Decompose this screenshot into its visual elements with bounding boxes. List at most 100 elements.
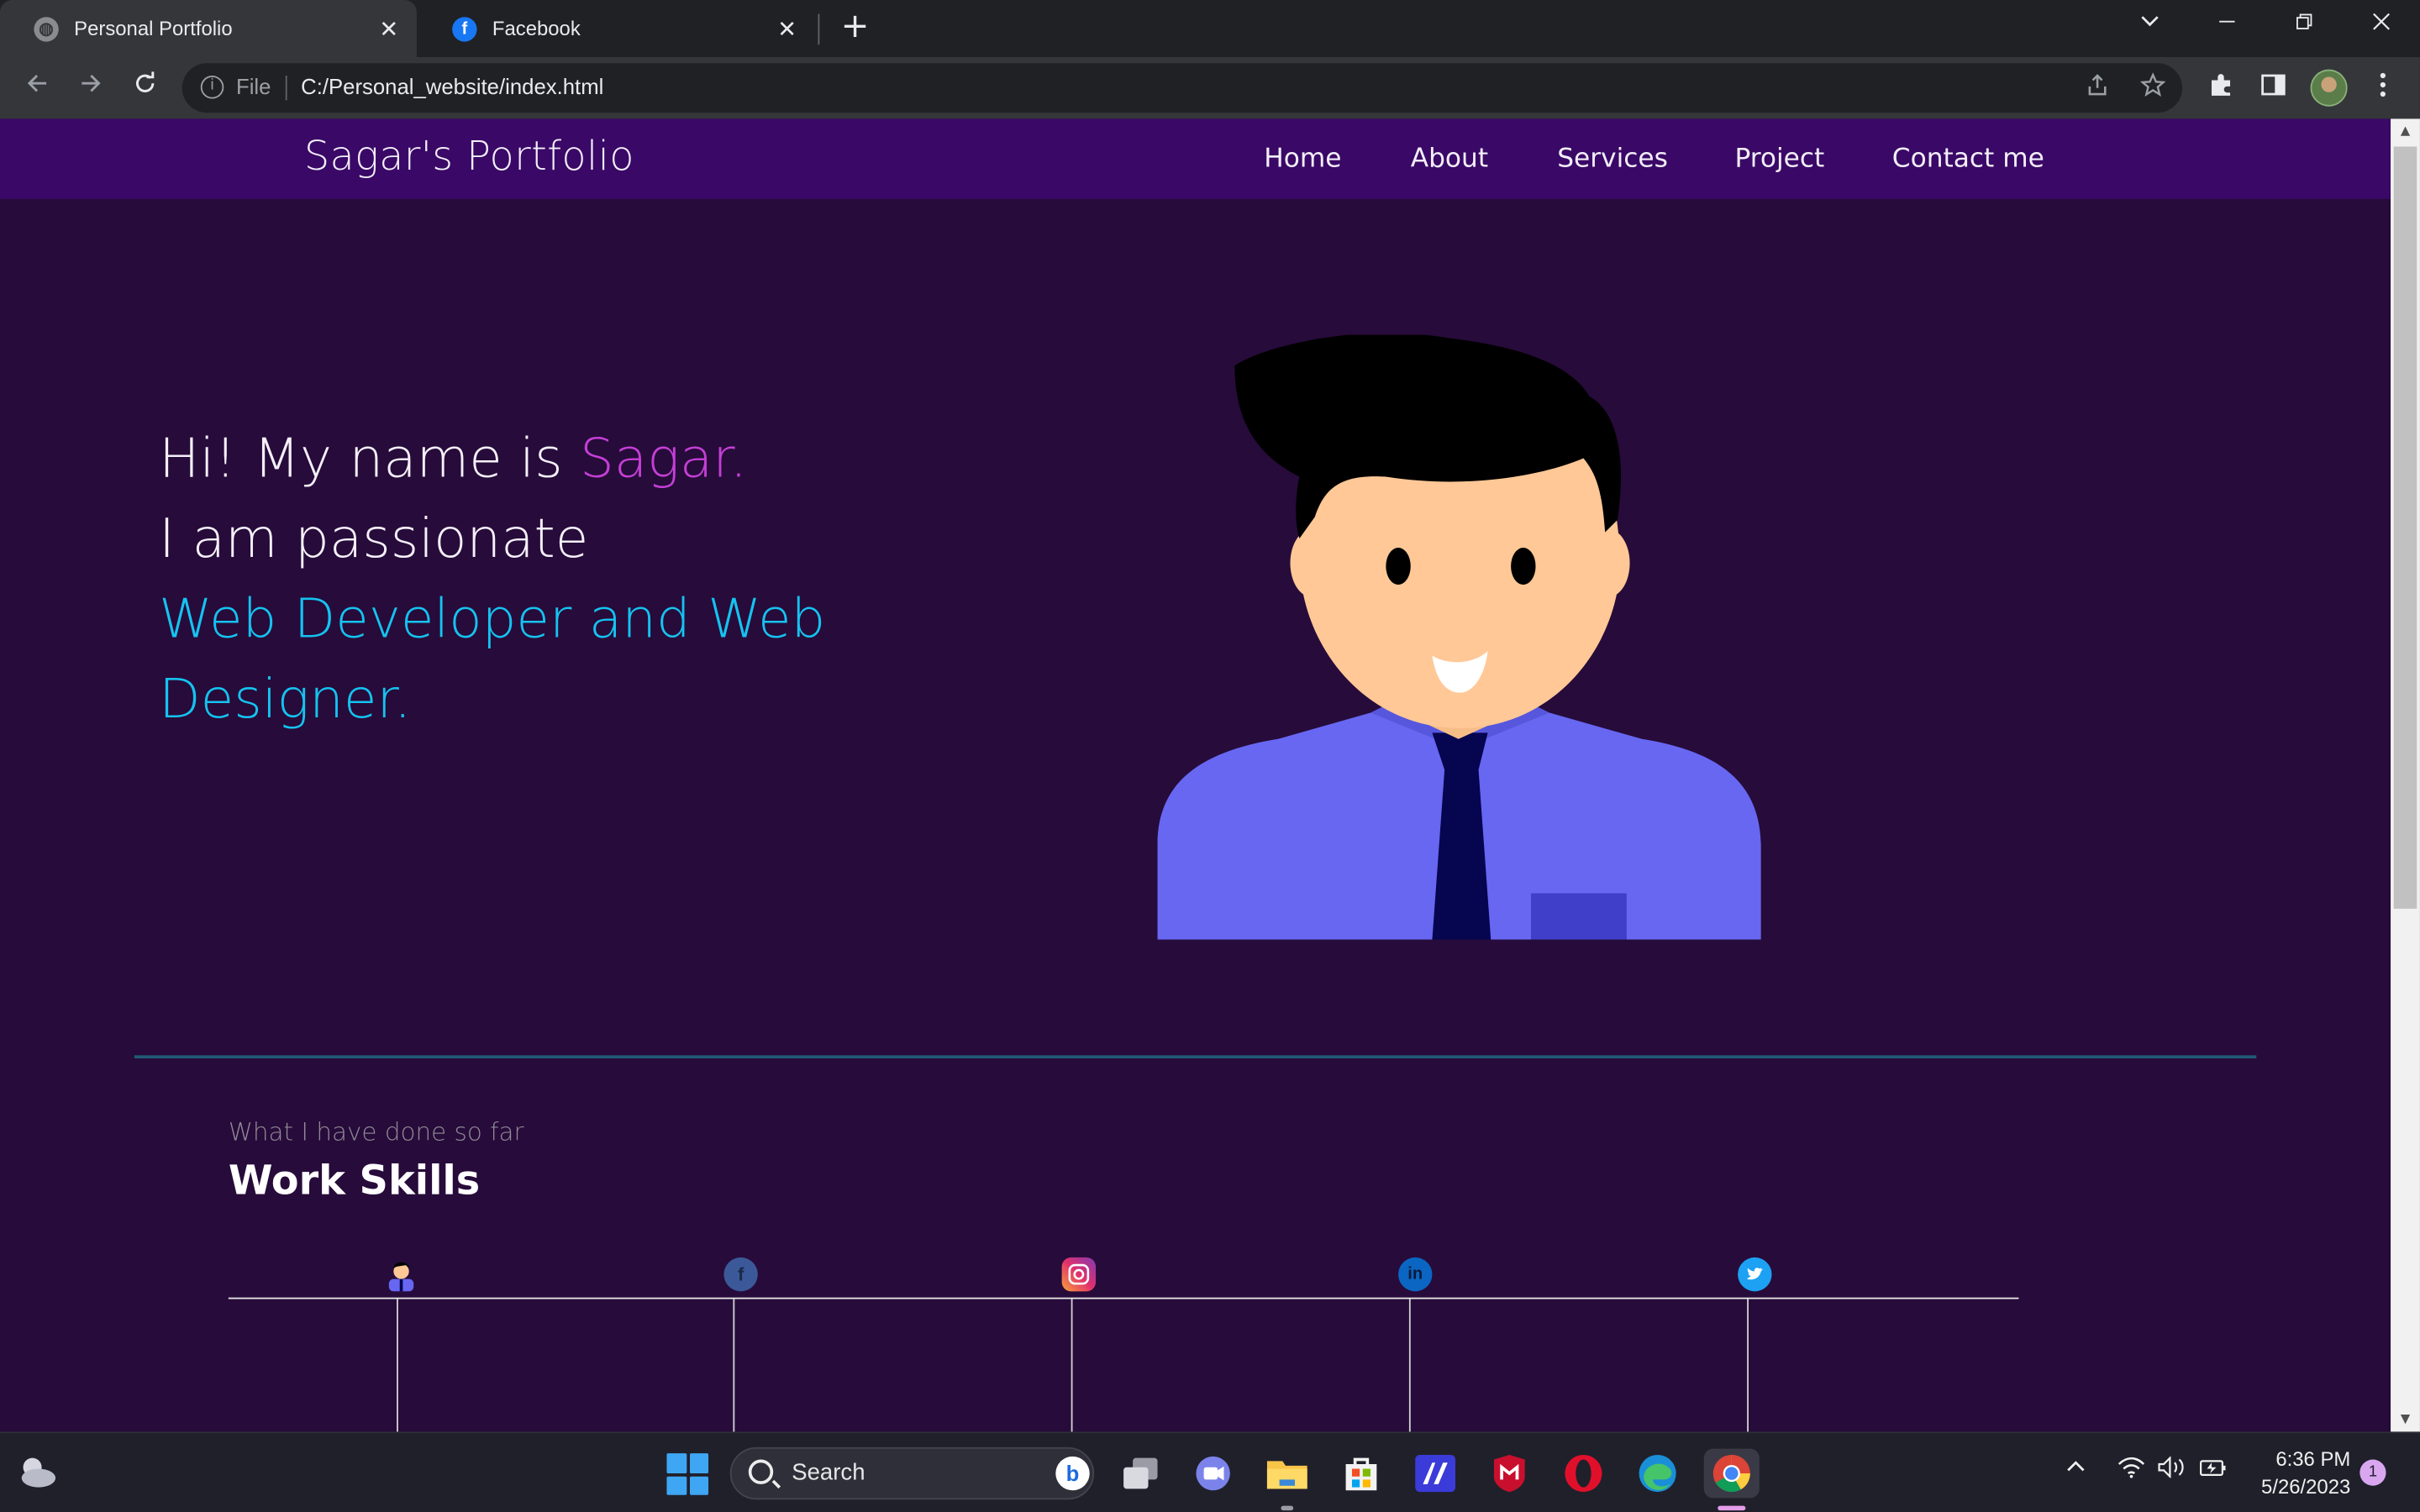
minimize-icon <box>2219 20 2235 23</box>
info-icon[interactable]: i <box>200 75 224 99</box>
nav-home[interactable]: Home <box>1264 144 1341 175</box>
hero-name: Sagar. <box>580 428 748 491</box>
tab-facebook[interactable]: f Facebook ✕ <box>418 0 815 57</box>
tab-divider <box>818 13 820 45</box>
twitter-icon[interactable] <box>1738 1257 1772 1292</box>
search-icon <box>748 1459 774 1484</box>
system-clock[interactable]: 6:36 PM 5/26/2023 <box>2245 1446 2350 1501</box>
arrow-right-icon <box>82 74 101 92</box>
person-icon[interactable] <box>384 1257 418 1292</box>
wifi-icon[interactable] <box>2118 1457 2145 1483</box>
minimize-button[interactable] <box>2188 0 2265 50</box>
hero-line-3: Web Developer and Web <box>159 589 826 652</box>
forward-button[interactable] <box>70 66 113 109</box>
reload-button[interactable] <box>124 66 166 109</box>
nav-about[interactable]: About <box>1411 144 1488 175</box>
page-scrollbar[interactable]: ▲ ▼ <box>2391 118 2420 1432</box>
section-divider <box>134 1055 2257 1058</box>
task-view-icon[interactable] <box>1116 1449 1165 1499</box>
hero-line-2: I am passionate <box>159 509 589 571</box>
hero-line-1: Hi! My name is Sagar. <box>159 420 825 501</box>
notification-badge[interactable]: 1 <box>2360 1459 2386 1486</box>
nav-contact-me[interactable]: Contact me <box>1892 144 2044 175</box>
restore-button[interactable] <box>2265 0 2343 50</box>
scroll-up-arrow[interactable]: ▲ <box>2391 118 2420 143</box>
timeline-connector <box>733 1299 735 1432</box>
nav-services[interactable]: Services <box>1557 144 1668 175</box>
address-divider <box>285 75 287 101</box>
bing-icon[interactable]: b <box>1055 1456 1090 1491</box>
instagram-icon[interactable] <box>1061 1257 1097 1292</box>
teams-chat-icon[interactable] <box>1188 1449 1238 1499</box>
reload-icon <box>136 71 155 92</box>
browser-tab-strip: ◍ Personal Portfolio ✕ f Facebook ✕ + <box>0 0 2420 57</box>
more-menu-icon[interactable] <box>2366 71 2400 104</box>
hero-line-4: Designer. <box>159 669 412 732</box>
tab-title: Personal Portfolio <box>74 17 233 40</box>
opera-icon[interactable] <box>1559 1449 1608 1499</box>
windows-logo-icon <box>689 1475 709 1495</box>
file-explorer-icon[interactable] <box>1262 1449 1312 1499</box>
developer-avatar-illustration <box>1157 334 1761 940</box>
scroll-thumb[interactable] <box>2393 146 2417 909</box>
volume-icon[interactable] <box>2158 1456 2189 1483</box>
scroll-down-arrow[interactable]: ▼ <box>2391 1407 2420 1431</box>
windows-logo-icon <box>666 1453 687 1473</box>
close-icon <box>2373 13 2390 30</box>
facebook-icon[interactable]: f <box>723 1257 758 1292</box>
timeline-connector <box>397 1299 398 1432</box>
facebook-icon: f <box>452 16 477 41</box>
site-header: Sagar's Portfolio Home About Services Pr… <box>0 118 2391 199</box>
windows-logo-icon <box>689 1453 709 1473</box>
taskbar-search[interactable]: Search b <box>729 1446 1095 1500</box>
windows-logo-icon <box>666 1475 687 1495</box>
page-viewport: Sagar's Portfolio Home About Services Pr… <box>0 118 2391 1432</box>
battery-charging-icon[interactable] <box>2199 1457 2227 1483</box>
skills-title: Work Skills <box>228 1158 481 1205</box>
close-window-button[interactable] <box>2343 0 2420 50</box>
share-icon[interactable] <box>2082 72 2113 103</box>
scheme-label: File <box>236 74 271 99</box>
chevron-down-icon <box>2141 16 2159 27</box>
skills-eyebrow: What I have done so far <box>228 1116 524 1147</box>
profile-avatar[interactable] <box>2310 69 2348 107</box>
timeline-connector <box>1747 1299 1749 1432</box>
tab-search-button[interactable] <box>2112 0 2189 50</box>
hero-heading: Hi! My name is Sagar. I am passionate We… <box>159 420 825 741</box>
chrome-icon[interactable] <box>1703 1448 1760 1499</box>
search-label: Search <box>792 1459 865 1486</box>
windows-taskbar: Search b 6:36 PM 5/26/2023 1 <box>0 1431 2420 1512</box>
clock-time: 6:36 PM <box>2275 1446 2351 1471</box>
running-indicator <box>1281 1505 1294 1511</box>
microsoft-store-icon[interactable] <box>1337 1449 1386 1499</box>
clock-date: 5/26/2023 <box>2261 1474 2351 1499</box>
linkedin-icon[interactable]: in <box>1398 1257 1433 1292</box>
close-tab-icon[interactable]: ✕ <box>771 14 802 42</box>
timeline-axis <box>228 1297 2019 1299</box>
address-bar[interactable]: i File C:/Personal_website/index.html <box>182 63 2183 113</box>
url-text[interactable]: C:/Personal_website/index.html <box>301 74 603 98</box>
back-button[interactable] <box>15 66 58 109</box>
bookmark-star-icon[interactable] <box>2138 72 2169 103</box>
edge-icon[interactable] <box>1633 1449 1682 1499</box>
media-app-icon[interactable] <box>1411 1449 1460 1499</box>
arrow-left-icon <box>27 74 47 92</box>
browser-toolbar: i File C:/Personal_website/index.html <box>0 56 2420 119</box>
timeline-connector <box>1408 1299 1411 1432</box>
chevron-up-icon[interactable] <box>2065 1457 2087 1483</box>
hero-greeting: Hi! My name is <box>159 428 581 491</box>
restore-icon <box>2296 13 2312 29</box>
nav-project[interactable]: Project <box>1734 144 1824 175</box>
new-tab-button[interactable]: + <box>836 8 873 48</box>
globe-icon: ◍ <box>34 16 59 41</box>
extensions-puzzle-icon[interactable] <box>2204 71 2238 104</box>
tab-title: Facebook <box>492 17 581 40</box>
weather-cloud-moon-icon[interactable] <box>17 1455 57 1488</box>
close-tab-icon[interactable]: ✕ <box>373 14 404 42</box>
active-indicator <box>1718 1505 1746 1511</box>
mcafee-icon[interactable] <box>1485 1449 1534 1499</box>
tab-personal-portfolio[interactable]: ◍ Personal Portfolio ✕ <box>0 0 417 57</box>
site-brand[interactable]: Sagar's Portfolio <box>304 134 634 181</box>
side-panel-icon[interactable] <box>2256 71 2290 104</box>
start-button[interactable] <box>666 1453 709 1495</box>
